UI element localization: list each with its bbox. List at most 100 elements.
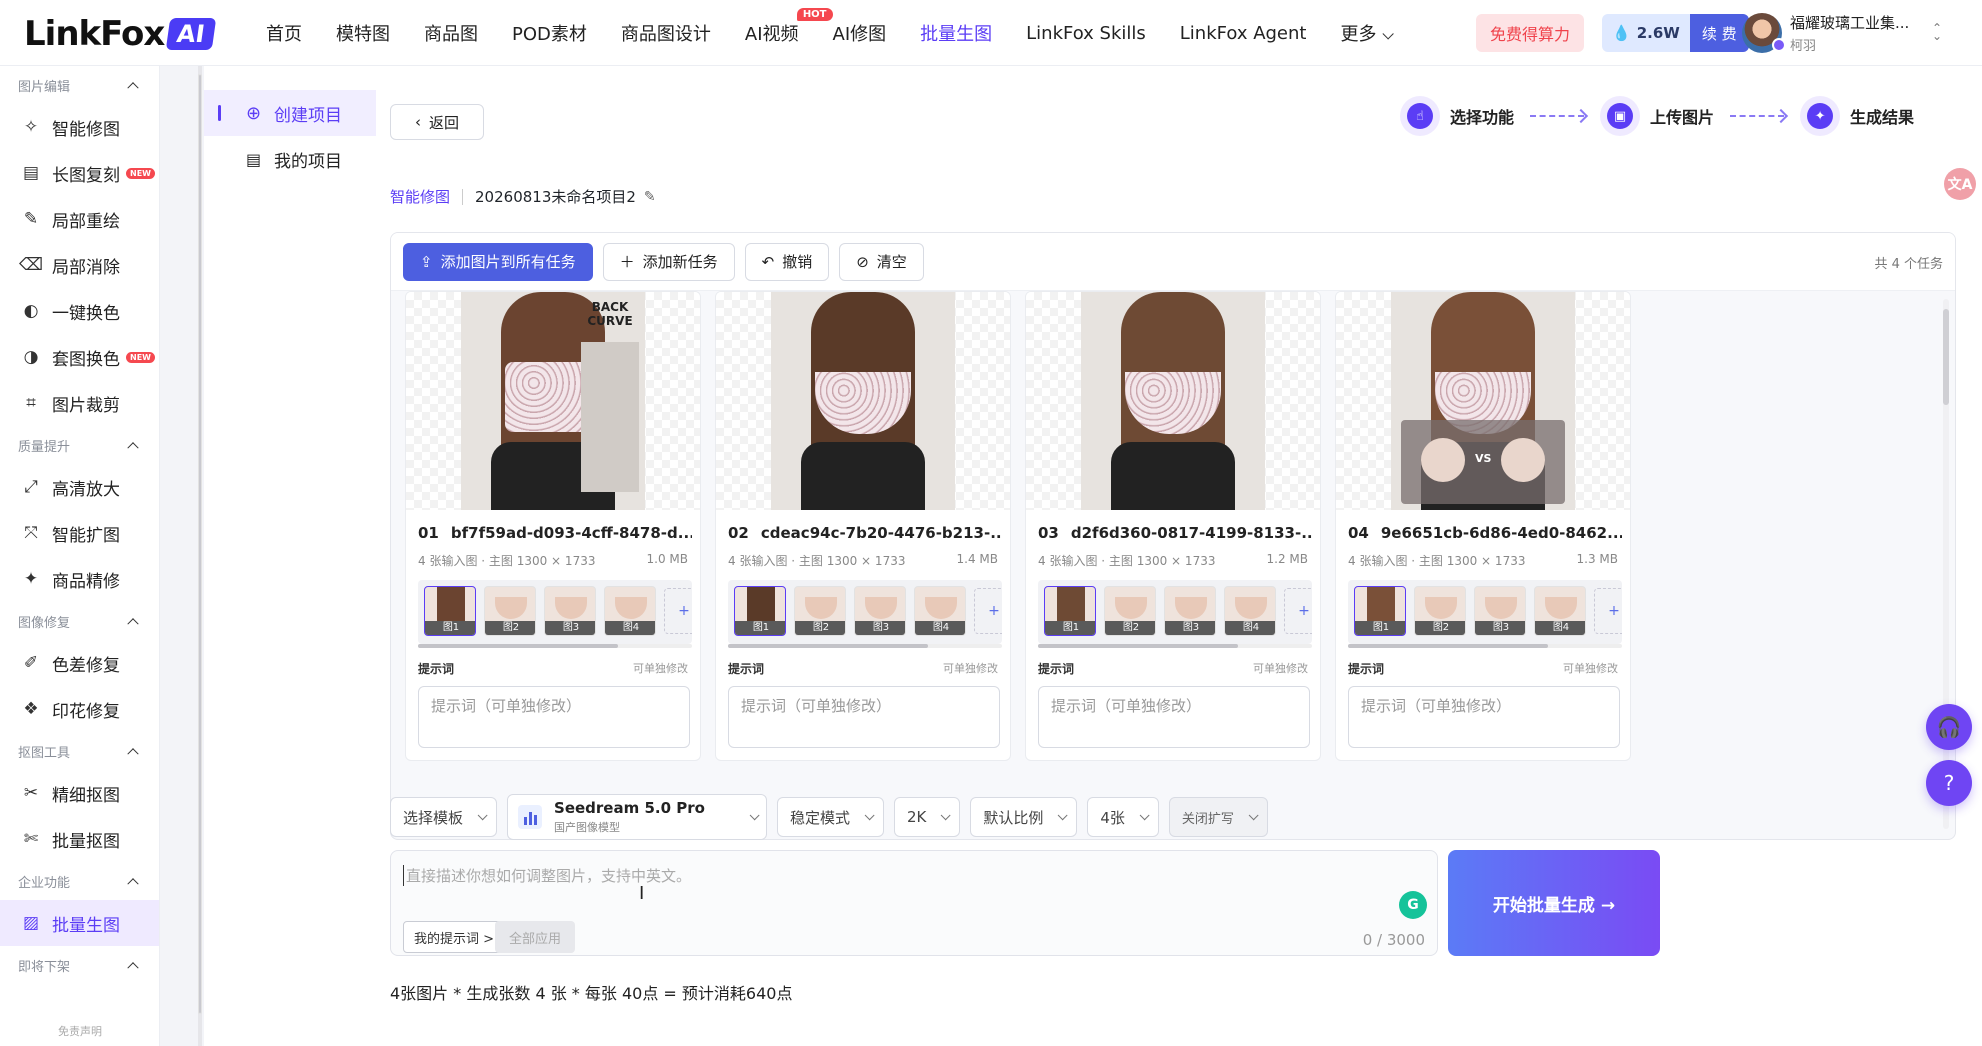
input-thumbnail[interactable]: 图1 xyxy=(734,586,786,636)
nav-item[interactable]: POD素材 xyxy=(512,20,587,46)
thumb-scrollbar[interactable] xyxy=(1348,644,1622,648)
input-thumbnail[interactable]: 图2 xyxy=(1414,586,1466,636)
create-project-item[interactable]: ⊕ 创建项目 xyxy=(204,90,376,136)
nav-item[interactable]: AI修图 xyxy=(833,20,887,46)
add-input-button[interactable]: + xyxy=(1594,588,1622,634)
start-batch-button[interactable]: 开始批量生成 → xyxy=(1448,850,1660,956)
sidebar-scrollbar[interactable] xyxy=(198,66,202,1046)
input-thumbnail[interactable]: 图2 xyxy=(794,586,846,636)
add-task-button[interactable]: ＋ 添加新任务 xyxy=(602,242,735,281)
sidebar-section-header[interactable]: 质量提升 xyxy=(0,426,159,464)
thumb-scrollbar[interactable] xyxy=(1038,644,1312,648)
input-thumbnail[interactable]: 图3 xyxy=(1474,586,1526,636)
scrollbar-thumb[interactable] xyxy=(1348,644,1548,648)
input-thumbnail[interactable]: 图3 xyxy=(854,586,906,636)
scrollbar-thumb[interactable] xyxy=(198,74,202,1014)
sidebar-section-header[interactable]: 图像修复 xyxy=(0,602,159,640)
grammarly-icon[interactable]: G xyxy=(1399,891,1427,919)
input-thumbnail[interactable]: 图2 xyxy=(1104,586,1156,636)
sidebar-item[interactable]: ⌗ 图片裁剪 xyxy=(0,380,159,426)
task-card[interactable]: 02 cdeac94c-7b20-4476-b213-... 4 张输入图 · 主图… xyxy=(715,291,1011,761)
sidebar-item[interactable]: ⤢ 高清放大 xyxy=(0,464,159,510)
sidebar-section-header[interactable]: 企业功能 xyxy=(0,862,159,900)
input-thumbnail[interactable]: 图1 xyxy=(1354,586,1406,636)
nav-item[interactable]: 模特图 xyxy=(336,20,390,46)
input-thumbnail[interactable]: 图1 xyxy=(424,586,476,636)
sidebar-item[interactable]: ◐ 一键换色 xyxy=(0,288,159,334)
renew-button[interactable]: 续 费 xyxy=(1689,14,1749,52)
input-thumbnail[interactable]: 图2 xyxy=(484,586,536,636)
crumb-function[interactable]: 智能修图 xyxy=(390,186,450,207)
nav-item[interactable]: 更多 xyxy=(1340,20,1395,46)
sidebar-section-header[interactable]: 即将下架 xyxy=(0,946,159,984)
nav-item[interactable]: LinkFox Skills xyxy=(1026,23,1146,44)
mode-select[interactable]: 稳定模式 xyxy=(776,797,884,837)
add-input-button[interactable]: + xyxy=(664,588,692,634)
sidebar-section-header[interactable]: 图片编辑 xyxy=(0,66,159,104)
credit-widget[interactable]: 💧 2.6W 续 费 xyxy=(1602,14,1749,52)
add-input-button[interactable]: + xyxy=(974,588,1002,634)
sidebar-item[interactable]: ◑ 套图换色 NEW xyxy=(0,334,159,380)
add-image-all-button[interactable]: ⇪ 添加图片到所有任务 xyxy=(403,242,593,281)
apply-all-button[interactable]: 全部应用 xyxy=(495,921,576,953)
input-thumbnail[interactable]: 图4 xyxy=(604,586,656,636)
nav-item[interactable]: 首页 xyxy=(266,20,302,46)
sidebar-item[interactable]: ▤ 长图复刻 NEW xyxy=(0,150,159,196)
resolution-select[interactable]: 2K xyxy=(893,797,961,837)
nav-item[interactable]: 商品图 xyxy=(424,20,478,46)
sidebar-item[interactable]: ✄ 批量抠图 xyxy=(0,816,159,862)
input-thumbnail[interactable]: 图4 xyxy=(1224,586,1276,636)
thumb-scrollbar[interactable] xyxy=(728,644,1002,648)
thumb-scrollbar[interactable] xyxy=(418,644,692,648)
model-select[interactable]: Seedream 5.0 Pro 国产图像模型 xyxy=(507,794,767,840)
sidebar-item[interactable]: ✐ 色差修复 xyxy=(0,640,159,686)
sidebar-item[interactable]: ✧ 智能修图 xyxy=(0,104,159,150)
scrollbar-thumb[interactable] xyxy=(728,644,928,648)
nav-item[interactable]: LinkFox Agent xyxy=(1180,23,1307,44)
ratio-select[interactable]: 默认比例 xyxy=(970,797,1078,837)
nav-item[interactable]: 批量生图 xyxy=(920,20,992,46)
scrollbar-thumb[interactable] xyxy=(1943,309,1949,405)
sidebar-item[interactable]: ❖ 印花修复 xyxy=(0,686,159,732)
task-prompt-input[interactable]: 提示词（可单独修改） xyxy=(1038,686,1310,748)
sidebar-item[interactable]: ▨ 批量生图 xyxy=(0,900,159,946)
input-thumbnail[interactable]: 图4 xyxy=(1534,586,1586,636)
task-card[interactable]: BACK CURVE 01 bf7f59ad-d093-4cff-8478-d...… xyxy=(405,291,701,761)
headset-icon[interactable]: 🎧 xyxy=(1926,704,1972,750)
scrollbar-thumb[interactable] xyxy=(418,644,618,648)
input-thumbnail[interactable]: 图3 xyxy=(1164,586,1216,636)
sidebar-item[interactable]: ✎ 局部重绘 xyxy=(0,196,159,242)
user-menu[interactable]: 福耀玻璃工业集... 柯羽 ⌃ ⌄ xyxy=(1742,12,1942,54)
chevron-updown-icon[interactable]: ⌃ ⌄ xyxy=(1932,22,1942,42)
sidebar-item[interactable]: ✦ 商品精修 xyxy=(0,556,159,602)
my-projects-item[interactable]: ▤ 我的项目 xyxy=(204,136,376,182)
help-icon[interactable]: ? xyxy=(1926,760,1972,806)
task-prompt-input[interactable]: 提示词（可单独修改） xyxy=(728,686,1000,748)
task-prompt-input[interactable]: 提示词（可单独修改） xyxy=(1348,686,1620,748)
task-prompt-input[interactable]: 提示词（可单独修改） xyxy=(418,686,690,748)
expand-select[interactable]: 关闭扩写 xyxy=(1168,797,1268,837)
sidebar-item[interactable]: ⌫ 局部消除 xyxy=(0,242,159,288)
scrollbar-thumb[interactable] xyxy=(1038,644,1238,648)
input-thumbnail[interactable]: 图4 xyxy=(914,586,966,636)
nav-item[interactable]: AI视频 HOT xyxy=(745,8,833,46)
sidebar-item[interactable]: ✂ 精细抠图 xyxy=(0,770,159,816)
edit-icon[interactable]: ✎ xyxy=(644,189,656,205)
count-select[interactable]: 4张 xyxy=(1087,797,1159,837)
task-card[interactable]: 03 d2f6d360-0817-4199-8133-... 4 张输入图 · 主图… xyxy=(1025,291,1321,761)
input-thumbnail[interactable]: 图1 xyxy=(1044,586,1096,636)
undo-button[interactable]: ↶ 撤销 xyxy=(744,242,830,281)
disclaimer-link[interactable]: 免责声明 xyxy=(0,1018,159,1046)
my-prompts-button[interactable]: 我的提示词 > xyxy=(403,921,506,953)
sidebar-item[interactable]: ⤧ 智能扩图 xyxy=(0,510,159,556)
nav-item[interactable]: 商品图设计 xyxy=(621,20,711,46)
task-card[interactable]: VS 04 9e6651cb-6d86-4ed0-8462... 4 张输入图 · 主… xyxy=(1335,291,1631,761)
clear-button[interactable]: ⊘ 清空 xyxy=(839,242,924,281)
template-select[interactable]: 选择模板 xyxy=(390,797,498,837)
input-thumbnail[interactable]: 图3 xyxy=(544,586,596,636)
free-credits-button[interactable]: 免费得算力 xyxy=(1476,14,1584,52)
back-button[interactable]: ‹ 返回 xyxy=(390,104,484,140)
translate-icon[interactable]: 文A xyxy=(1944,168,1976,200)
linkfox-logo[interactable]: LinkFox AI xyxy=(24,14,217,54)
add-input-button[interactable]: + xyxy=(1284,588,1312,634)
